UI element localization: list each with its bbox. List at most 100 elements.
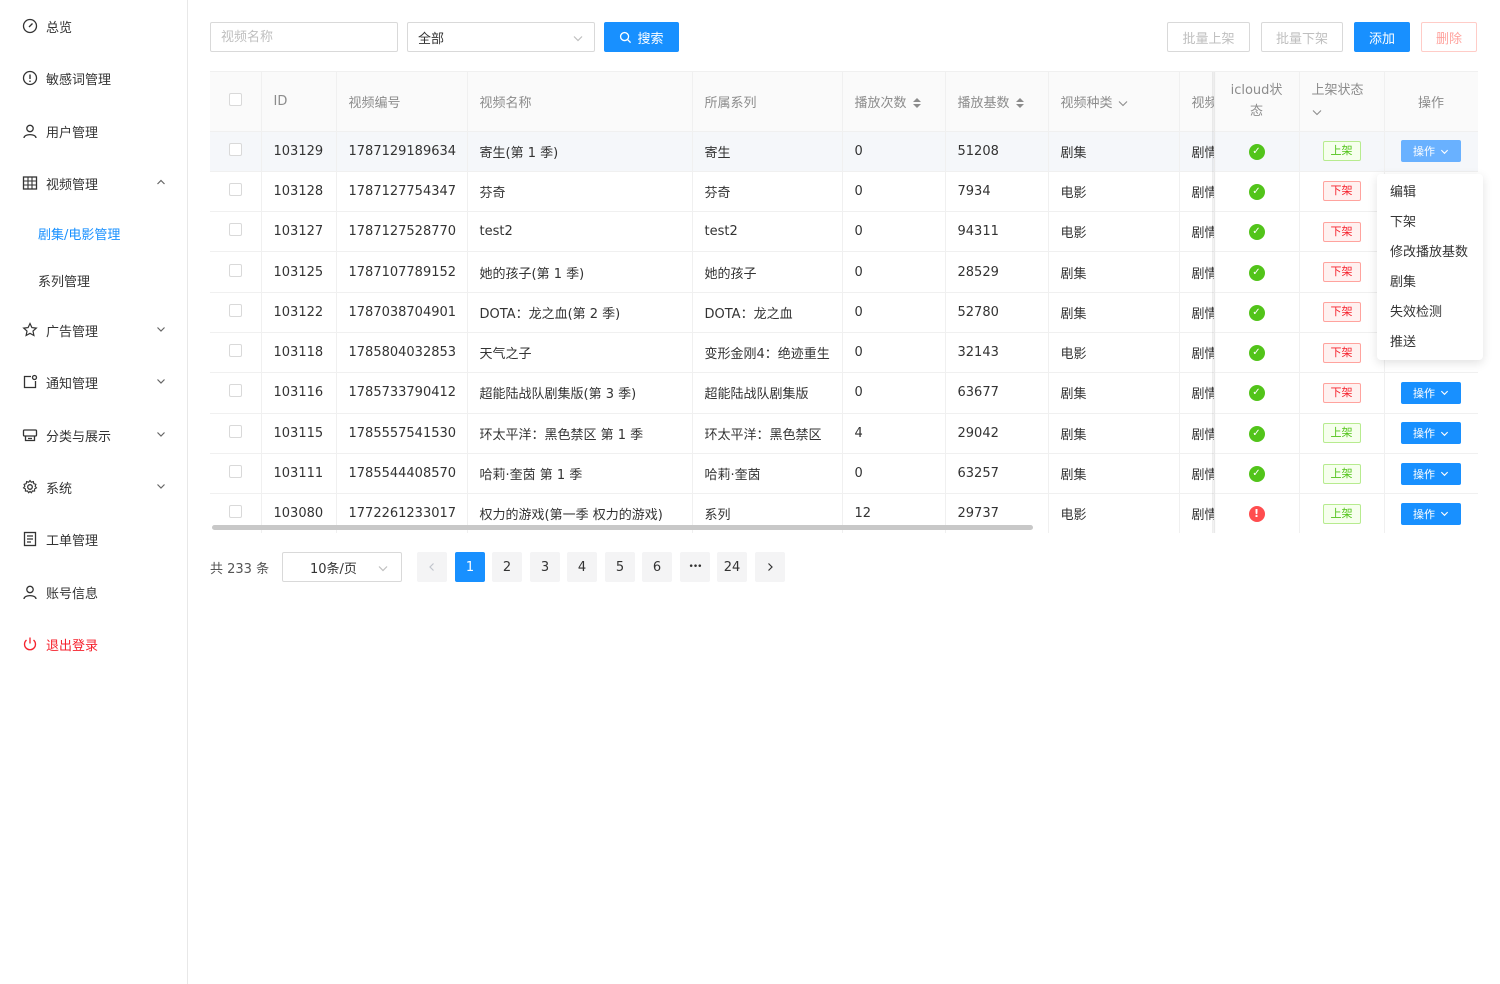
prev-page-button[interactable] [417,552,447,582]
search-button[interactable]: 搜索 [604,22,679,52]
row-checkbox[interactable] [228,384,242,398]
row-checkbox[interactable] [228,142,242,156]
batch-on-shelf-button[interactable]: 批量上架 [1167,22,1250,52]
row-checkbox-cell[interactable] [210,413,262,454]
nav-item-videos[interactable]: 视频管理 [0,163,187,203]
nav-item-sensitive-words[interactable]: 敏感词管理 [0,58,187,98]
page-ellipsis-button[interactable]: ••• [680,552,710,582]
table-row[interactable]: 103125 1787107789152 她的孩子(第 1 季) 她的孩子 0 28529… [210,251,1478,293]
nav-item-categories[interactable]: 分类与展示 [0,415,187,455]
nav-item-tickets[interactable]: 工单管理 [0,519,187,559]
cell-kind: 剧集 [1048,251,1180,293]
page-button-6[interactable]: 6 [642,552,672,582]
nav-item-notifications[interactable]: 通知管理 [0,362,187,402]
operation-dropdown-button[interactable]: 操作 [1401,462,1461,485]
nav-sub-series[interactable]: 系列管理 [0,261,187,299]
table-row[interactable]: 103115 1785557541530 环太平洋：黑色禁区 第 1 季环太平洋：黑… [210,413,1478,454]
menu-item-edit-play-base[interactable]: 修改播放基数 [1377,238,1483,268]
table-row[interactable]: 103122 1787038704901 DOTA：龙之血(第 2 季) DOTA：龙… [210,292,1478,333]
select-all-checkbox-cell[interactable] [210,72,262,132]
cell-id: 103128 [261,171,337,213]
page-button-24[interactable]: 24 [717,552,747,582]
menu-item-push[interactable]: 推送 [1377,328,1483,358]
sort-icon[interactable] [912,97,922,109]
horizontal-scrollbar[interactable] [212,525,1033,530]
row-checkbox-cell[interactable] [210,211,262,253]
row-checkbox[interactable] [228,182,242,196]
table-row[interactable]: 103118 1785804032853 天气之子 变形金刚4：绝迹重生 0 32143 电… [210,332,1478,374]
next-page-button[interactable] [755,552,785,582]
chevron-down-icon [1440,431,1449,436]
table-row[interactable]: 1031281787127754347芬奇芬奇07934电影剧情✓下架 [210,171,1478,213]
row-checkbox-cell[interactable] [210,171,262,213]
video-name-search-input[interactable] [210,22,398,52]
row-checkbox-cell[interactable] [210,251,262,293]
menu-item-edit[interactable]: 编辑 [1377,178,1483,208]
nav-item-logout[interactable]: 退出登录 [0,624,187,664]
cell-shelf: 下架 [1299,171,1385,213]
category-select[interactable]: 全部 [407,22,595,52]
filter-chevron-icon[interactable] [1312,106,1322,118]
operation-dropdown-button[interactable]: 操作 [1401,140,1461,163]
row-checkbox-cell[interactable] [210,131,262,172]
row-checkbox-cell[interactable] [210,332,262,374]
header-shelf[interactable]: 上架状态 [1299,72,1385,132]
cell-name: 哈莉·奎茵 第 1 季 [467,453,693,495]
cell-series: test2 [692,211,843,253]
cell-code: 1787127754347 [336,171,468,213]
cell-kind: 电影 [1048,332,1180,374]
operation-button-label: 操作 [1413,386,1435,400]
page-button-2[interactable]: 2 [492,552,522,582]
table-row[interactable]: 103116 1785733790412 超能陆战队剧集版(第 3 季) 超能陆战队剧… [210,372,1478,414]
nav-item-ads[interactable]: 广告管理 [0,310,187,350]
row-checkbox[interactable] [228,465,242,479]
user-icon [22,123,38,139]
header-kind-label: 视频种类 [1060,95,1113,111]
cell-ops: 操作 [1384,493,1478,533]
shelf-status-badge: 下架 [1322,342,1361,363]
table-header-row: ID 视频编号 视频名称 所属系列 播放次数 播放基数 视频种类 视频 iclo… [210,72,1478,132]
row-checkbox-cell[interactable] [210,372,262,414]
row-checkbox[interactable] [228,344,242,358]
page-size-select[interactable]: 10条/页 [282,552,402,582]
filter-chevron-icon[interactable] [1118,97,1128,109]
batch-off-shelf-button[interactable]: 批量下架 [1261,22,1343,52]
nav-item-users[interactable]: 用户管理 [0,111,187,151]
page-button-1[interactable]: 1 [455,552,485,582]
row-checkbox[interactable] [228,303,242,317]
check-circle-icon: ✓ [1248,264,1265,281]
header-plays[interactable]: 播放次数 [842,72,946,132]
table-row[interactable]: 103111 1785544408570 哈莉·奎茵 第 1 季哈莉·奎茵 0 6325… [210,453,1478,495]
add-button[interactable]: 添加 [1354,22,1410,52]
cell-icloud: ✓ [1214,292,1300,333]
nav-item-overview[interactable]: 总览 [0,6,187,46]
operation-dropdown-button[interactable]: 操作 [1401,381,1461,404]
nav-item-system[interactable]: 系统 [0,467,187,507]
page-button-4[interactable]: 4 [567,552,597,582]
operation-button-label: 操作 [1413,507,1435,521]
table-row[interactable]: 1031291787129189634寄生(第 1 季)寄生051208剧集剧情… [210,131,1478,172]
select-all-checkbox[interactable] [228,92,242,106]
page-button-3[interactable]: 3 [530,552,560,582]
sort-icon[interactable] [1015,97,1025,109]
menu-item-unshelf[interactable]: 下架 [1377,208,1483,238]
row-checkbox[interactable] [228,263,242,277]
page-button-5[interactable]: 5 [605,552,635,582]
table-row[interactable]: 1031271787127528770test2test2094311电影剧情✓… [210,211,1478,253]
row-checkbox-cell[interactable] [210,292,262,333]
cell-series: 寄生 [692,131,843,172]
menu-item-episodes[interactable]: 剧集 [1377,268,1483,298]
header-base[interactable]: 播放基数 [945,72,1049,132]
row-checkbox[interactable] [228,505,242,519]
menu-item-invalid-check[interactable]: 失效检测 [1377,298,1483,328]
header-kind[interactable]: 视频种类 [1048,72,1180,132]
cell-code: 1787107789152 [336,251,468,293]
row-checkbox[interactable] [228,223,242,237]
operation-dropdown-button[interactable]: 操作 [1401,502,1461,525]
row-checkbox[interactable] [228,424,242,438]
operation-dropdown-button[interactable]: 操作 [1401,422,1461,445]
delete-button[interactable]: 删除 [1421,22,1477,52]
row-checkbox-cell[interactable] [210,453,262,495]
nav-item-account[interactable]: 账号信息 [0,572,187,612]
nav-sub-episodes-movies[interactable]: 剧集/电影管理 [0,214,187,252]
